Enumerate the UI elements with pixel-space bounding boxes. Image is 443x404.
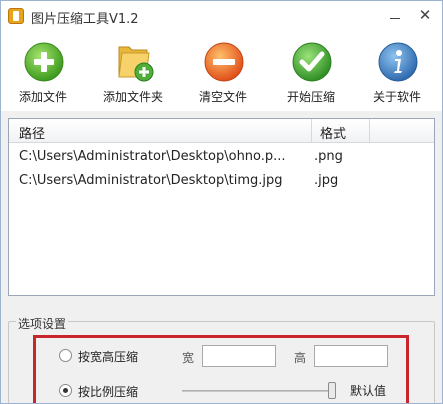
width-input[interactable] (202, 345, 276, 367)
file-path: C:\Users\Administrator\Desktop\ohno.p... (19, 149, 286, 164)
start-compress-label: 开始压缩 (286, 90, 335, 104)
column-header-path[interactable]: 路径 (19, 123, 45, 142)
app-window: 图片压缩工具V1.2 ✕ 添加文件 添加文件夹 清空文件 开始压缩 关于软件 路… (0, 0, 443, 404)
minimize-icon (390, 17, 400, 19)
close-button[interactable]: ✕ (413, 5, 437, 25)
height-label: 高 (294, 351, 307, 365)
resize-by-wh-radio[interactable] (59, 349, 72, 362)
default-value-label: 默认值 (350, 384, 387, 398)
column-divider[interactable] (369, 119, 370, 143)
width-label: 宽 (182, 351, 195, 365)
add-folder-button[interactable]: 添加文件夹 (93, 41, 173, 104)
file-format: .jpg (314, 173, 339, 188)
height-input[interactable] (314, 345, 388, 367)
ratio-slider-thumb[interactable] (328, 382, 336, 399)
close-icon: ✕ (418, 5, 432, 24)
file-list[interactable]: 路径 格式 C:\Users\Administrator\Desktop\ohn… (8, 118, 435, 296)
start-compress-button[interactable]: 开始压缩 (271, 41, 351, 104)
window-title: 图片压缩工具V1.2 (31, 12, 139, 27)
about-label: 关于软件 (372, 90, 421, 104)
toolbar: 添加文件 添加文件夹 清空文件 开始压缩 关于软件 (1, 31, 442, 111)
app-icon (8, 8, 24, 24)
resize-by-ratio-radio[interactable] (59, 384, 72, 397)
ratio-slider-track[interactable] (182, 390, 334, 392)
file-path: C:\Users\Administrator\Desktop\timg.jpg (19, 173, 283, 188)
add-folder-label: 添加文件夹 (102, 90, 163, 104)
checkmark-icon (292, 42, 332, 82)
add-file-label: 添加文件 (18, 90, 67, 104)
title-bar: 图片压缩工具V1.2 ✕ (1, 1, 442, 31)
column-divider[interactable] (311, 119, 312, 143)
table-row[interactable]: C:\Users\Administrator\Desktop\timg.jpg … (9, 170, 434, 192)
minimize-button[interactable] (383, 5, 407, 25)
resize-by-wh-label[interactable]: 按宽高压缩 (78, 348, 138, 365)
resize-by-ratio-label[interactable]: 按比例压缩 (78, 383, 138, 400)
add-folder-icon (118, 46, 154, 82)
file-list-header: 路径 格式 (9, 119, 434, 143)
clear-files-icon (204, 42, 244, 82)
add-file-button[interactable]: 添加文件 (3, 41, 83, 104)
about-button[interactable]: 关于软件 (357, 41, 437, 104)
add-file-icon (24, 42, 64, 82)
clear-files-label: 清空文件 (198, 90, 247, 104)
column-header-format[interactable]: 格式 (320, 123, 346, 142)
file-format: .png (314, 149, 343, 164)
table-row[interactable]: C:\Users\Administrator\Desktop\ohno.p...… (9, 146, 434, 168)
clear-files-button[interactable]: 清空文件 (183, 41, 263, 104)
info-icon (378, 42, 418, 82)
options-title: 选项设置 (16, 315, 69, 332)
